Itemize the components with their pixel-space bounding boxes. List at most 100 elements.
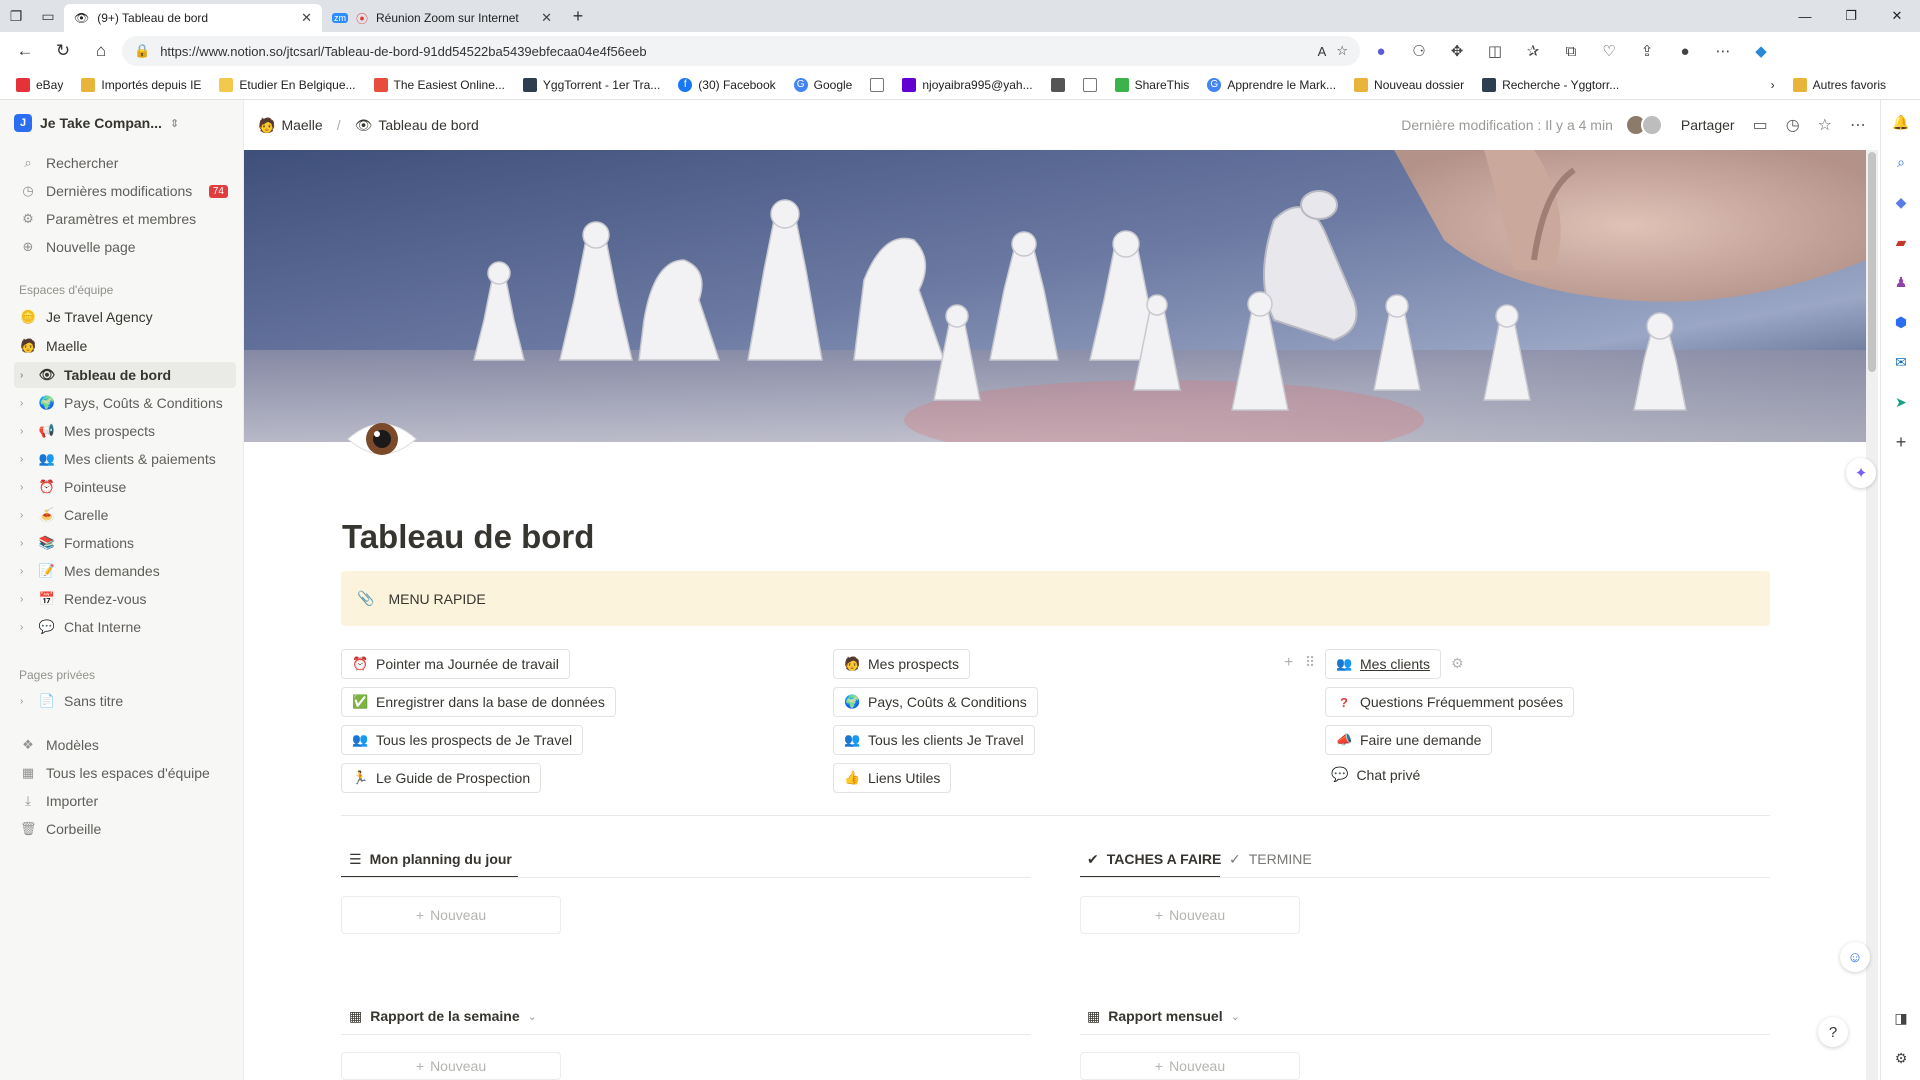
sidebar-item-search[interactable]: ⌕ Rechercher	[14, 150, 234, 176]
sidebar-page-formations[interactable]: › 📚 Formations	[14, 530, 236, 556]
sidebar-item-templates[interactable]: ❖ Modèles	[14, 732, 234, 758]
sidebar-item-trash[interactable]: 🗑 Corbeille	[14, 816, 234, 842]
bookmark[interactable]: f (30) Facebook	[678, 77, 776, 92]
sidebar-item-settings[interactable]: ⚙ Paramètres et membres	[14, 206, 234, 232]
browser-tab-active[interactable]: 👁 (9+) Tableau de bord ✕	[64, 4, 322, 32]
bookmark-folder[interactable]: Nouveau dossier	[1354, 77, 1464, 92]
link-faq[interactable]: ? Questions Fréquemment posées	[1325, 687, 1575, 717]
bookmark[interactable]: YggTorrent - 1er Tra...	[522, 77, 660, 92]
sidebar-page-pointeuse[interactable]: › ⏰ Pointeuse	[14, 474, 236, 500]
bookmark[interactable]: Etudier En Belgique...	[219, 77, 356, 92]
gear-icon[interactable]: ⚙	[1451, 655, 1464, 672]
sidebar-team-maelle[interactable]: 🧑 Maelle	[14, 333, 234, 359]
read-aloud-icon[interactable]: A	[1318, 44, 1327, 59]
extensions-puzzle-icon[interactable]: ✥	[1440, 36, 1474, 66]
weekly-report-view[interactable]: ▦ Rapport de la semaine ⌄	[349, 999, 537, 1033]
share-button[interactable]: Partager	[1681, 117, 1735, 133]
games-icon[interactable]: ♟	[1891, 272, 1911, 292]
drag-handle-icon[interactable]: ⠿	[1305, 654, 1315, 671]
search-icon[interactable]: ⌕	[1891, 152, 1911, 172]
cover-image[interactable]	[244, 150, 1866, 442]
add-block-icon[interactable]: +	[1284, 654, 1293, 672]
page-scrollbar[interactable]	[1866, 150, 1878, 1080]
close-icon[interactable]: ✕	[541, 10, 552, 26]
microsoft-365-icon[interactable]: ⬢	[1891, 312, 1911, 332]
new-item-button[interactable]: + Nouveau	[341, 896, 561, 934]
link-liens-utiles[interactable]: 👍 Liens Utiles	[833, 763, 952, 793]
breadcrumb-item[interactable]: Tableau de bord	[378, 117, 478, 133]
extension-icon[interactable]: ●	[1364, 36, 1398, 66]
shopping-tag-icon[interactable]: ◆	[1891, 192, 1911, 212]
link-enregistrer-base[interactable]: ✅ Enregistrer dans la base de données	[341, 687, 616, 717]
bookmark[interactable]: Recherche - Yggtorr...	[1482, 77, 1619, 92]
refresh-icon[interactable]: ↻	[46, 36, 80, 66]
sidebar-page-carelle[interactable]: › 🍝 Carelle	[14, 502, 236, 528]
chevron-right-icon[interactable]: ›	[20, 370, 30, 381]
sidebar-item-import[interactable]: ⤓ Importer	[14, 788, 234, 814]
collaborator-avatars[interactable]	[1624, 114, 1663, 136]
bookmark[interactable]: eBay	[16, 77, 63, 92]
more-menu-icon[interactable]: ⋯	[1706, 36, 1740, 66]
chevron-right-icon[interactable]: ›	[20, 398, 30, 409]
chevron-right-icon[interactable]: ›	[20, 566, 30, 577]
bookmark[interactable]: G Google	[793, 77, 852, 92]
sidebar-item-new-page[interactable]: ⊕ Nouvelle page	[14, 234, 234, 260]
sidebar-toggle-icon[interactable]: ◨	[1891, 1008, 1911, 1028]
favorites-icon[interactable]: ✰	[1516, 36, 1550, 66]
chevron-right-icon[interactable]: ›	[20, 622, 30, 633]
restore-icon[interactable]: ❐	[1828, 0, 1874, 32]
bookmark[interactable]	[870, 77, 885, 92]
sidebar-item-all-teamspaces[interactable]: ▦ Tous les espaces d'équipe	[14, 760, 234, 786]
url-field[interactable]: 🔒 https://www.notion.so/jtcsarl/Tableau-…	[122, 36, 1360, 66]
chevron-right-icon[interactable]: ›	[1771, 78, 1775, 92]
chevron-right-icon[interactable]: ›	[20, 696, 30, 707]
assistant-face-icon[interactable]: ☺	[1840, 942, 1870, 972]
link-mes-clients[interactable]: 👥 Mes clients	[1325, 649, 1442, 679]
bookmark[interactable]	[1050, 77, 1065, 92]
split-screen-icon[interactable]: ◫	[1478, 36, 1512, 66]
link-guide-prospection[interactable]: 🏃 Le Guide de Prospection	[341, 763, 542, 793]
profile-avatar[interactable]: ●	[1668, 36, 1702, 66]
chevron-right-icon[interactable]: ›	[20, 538, 30, 549]
chevron-right-icon[interactable]: ›	[20, 454, 30, 465]
star-icon[interactable]: ☆	[1818, 115, 1832, 135]
monthly-report-view[interactable]: ▦ Rapport mensuel ⌄	[1087, 999, 1240, 1033]
link-tous-clients[interactable]: 👥 Tous les clients Je Travel	[833, 725, 1035, 755]
breadcrumb-item[interactable]: Maelle	[281, 117, 322, 133]
close-icon[interactable]: ✕	[301, 10, 312, 26]
new-item-button[interactable]: + Nouveau	[341, 1052, 561, 1080]
outlook-icon[interactable]: ✉	[1891, 352, 1911, 372]
gear-icon[interactable]: ⚙	[1891, 1048, 1911, 1068]
sidebar-page-chat[interactable]: › 💬 Chat Interne	[14, 614, 236, 640]
new-item-button[interactable]: + Nouveau	[1080, 1052, 1300, 1080]
link-chat-prive[interactable]: 💬 Chat privé	[1331, 766, 1420, 783]
tab-taches-a-faire[interactable]: ✔ TACHES A FAIRE	[1087, 842, 1221, 876]
new-item-button[interactable]: + Nouveau	[1080, 896, 1300, 934]
extension-icon[interactable]: ⚆	[1402, 36, 1436, 66]
new-tab-icon[interactable]: +	[562, 0, 594, 32]
tab-termine[interactable]: ✓ TERMINE	[1229, 842, 1312, 876]
notifications-bell-icon[interactable]: 🔔	[1891, 112, 1911, 132]
minimize-icon[interactable]: —	[1782, 0, 1828, 32]
link-tous-prospects[interactable]: 👥 Tous les prospects de Je Travel	[341, 725, 584, 755]
history-icon[interactable]: ◷	[1786, 115, 1800, 135]
tab-planning-du-jour[interactable]: ☰ Mon planning du jour	[349, 842, 512, 876]
sidebar-page-pays[interactable]: › 🌍 Pays, Coûts & Conditions	[14, 390, 236, 416]
page-eye-icon[interactable]	[346, 414, 418, 464]
tab-actions-icon[interactable]: ▭	[32, 0, 64, 32]
bookmark[interactable]: The Easiest Online...	[373, 77, 505, 92]
add-sidebar-app-icon[interactable]: +	[1891, 432, 1911, 452]
bookmark[interactable]	[1082, 77, 1097, 92]
bookmark-folder[interactable]: Importés depuis IE	[81, 77, 201, 92]
help-icon[interactable]: ?	[1818, 1017, 1848, 1047]
link-mes-prospects[interactable]: 🧑 Mes prospects	[833, 649, 971, 679]
sidebar-team-je-travel[interactable]: 🪙 Je Travel Agency	[14, 304, 234, 330]
close-window-icon[interactable]: ✕	[1874, 0, 1920, 32]
link-faire-demande[interactable]: 📣 Faire une demande	[1325, 725, 1493, 755]
sidebar-page-tableau-de-bord[interactable]: › 👁 Tableau de bord	[14, 362, 236, 388]
share-icon[interactable]: ⇪	[1630, 36, 1664, 66]
copilot-icon[interactable]: ◆	[1744, 36, 1778, 66]
sidebar-page-rendez-vous[interactable]: › 📅 Rendez-vous	[14, 586, 236, 612]
sidebar-page-prospects[interactable]: › 📢 Mes prospects	[14, 418, 236, 444]
bookmark[interactable]: ShareThis	[1114, 77, 1189, 92]
